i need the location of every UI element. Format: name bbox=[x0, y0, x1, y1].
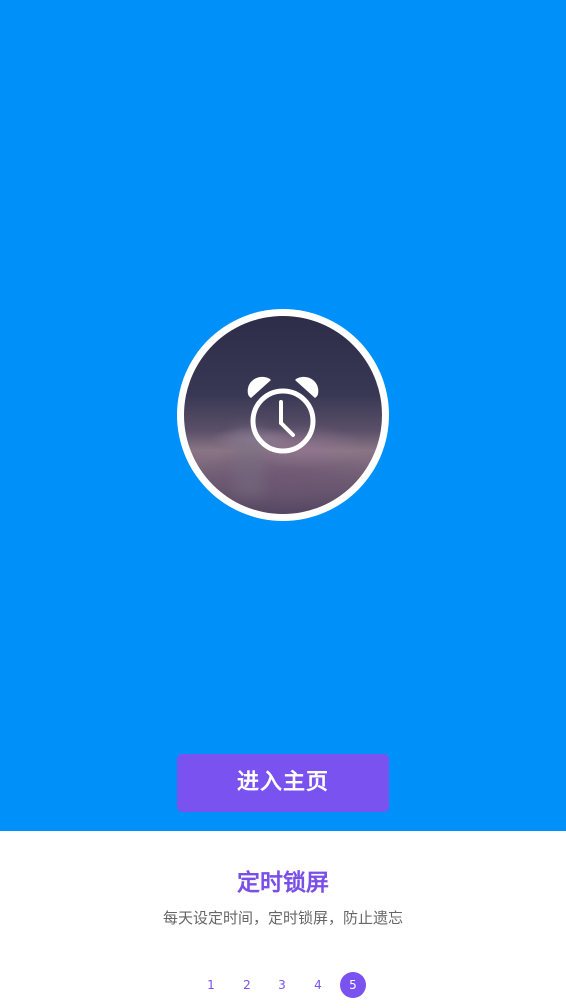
page-dot-1[interactable]: 1 bbox=[198, 972, 224, 998]
avatar-image bbox=[184, 316, 382, 514]
hero-section: 进入主页 bbox=[0, 0, 566, 831]
feature-avatar bbox=[177, 309, 389, 521]
page-dot-5[interactable]: 5 bbox=[340, 972, 366, 998]
page-dot-4[interactable]: 4 bbox=[305, 972, 331, 998]
page-indicator: 1 2 3 4 5 bbox=[0, 972, 566, 998]
enter-homepage-button[interactable]: 进入主页 bbox=[177, 754, 389, 812]
page-dot-2[interactable]: 2 bbox=[234, 972, 260, 998]
feature-title: 定时锁屏 bbox=[237, 870, 329, 896]
feature-info-panel: 定时锁屏 每天设定时间，定时锁屏，防止遗忘 1 2 3 4 5 bbox=[0, 831, 566, 1008]
alarm-clock-icon bbox=[247, 376, 319, 454]
page-dot-3[interactable]: 3 bbox=[269, 972, 295, 998]
feature-description: 每天设定时间，定时锁屏，防止遗忘 bbox=[162, 909, 403, 927]
